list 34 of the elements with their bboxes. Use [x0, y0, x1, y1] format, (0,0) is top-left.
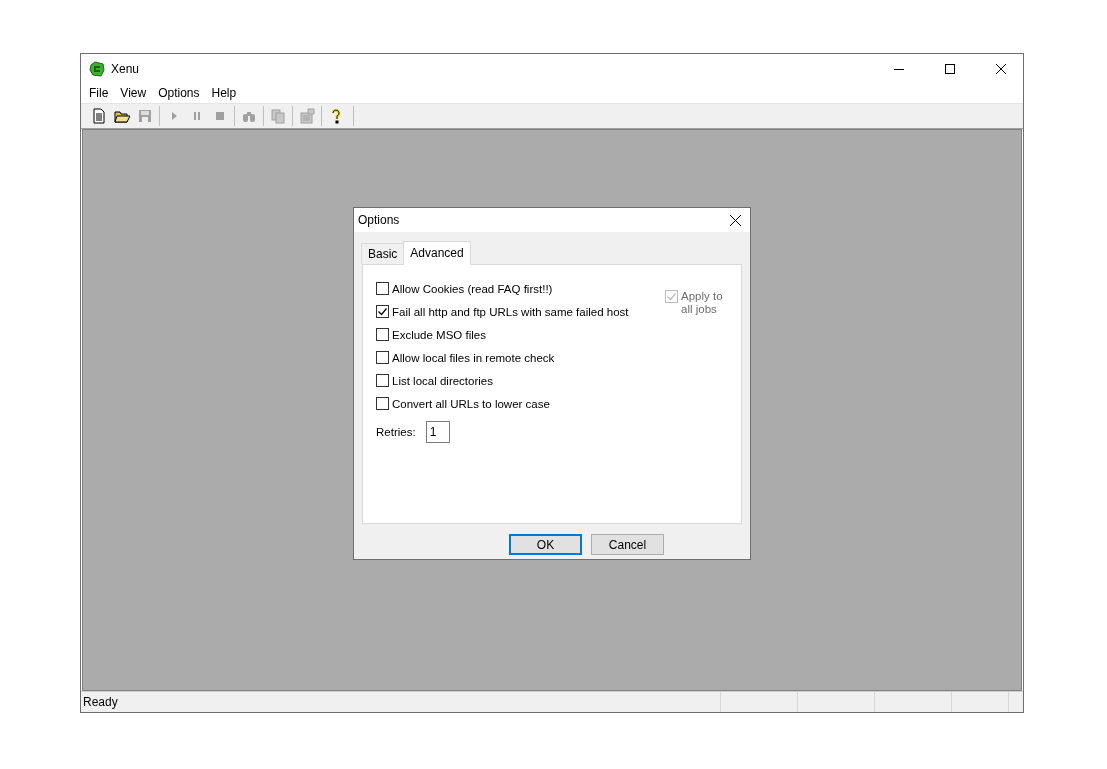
window-title: Xenu — [111, 61, 141, 76]
checkbox[interactable] — [376, 374, 389, 387]
app-logo-icon — [89, 60, 105, 77]
checkbox-label: Convert all URLs to lower case — [392, 397, 550, 410]
checkbox[interactable] — [376, 282, 389, 295]
tab[interactable]: Basic — [361, 243, 405, 264]
copy-icon — [270, 108, 286, 124]
checkbox[interactable] — [376, 328, 389, 341]
menu-item[interactable]: View — [114, 86, 153, 100]
checkbox-label: Allow Cookies (read FAQ first!!) — [392, 282, 553, 295]
checkbox-label: List local directories — [392, 374, 493, 387]
checkbox-label: Fail all http and ftp URLs with same failed host — [392, 305, 629, 318]
dialog-title: Options — [358, 213, 401, 227]
checkbox[interactable] — [376, 305, 389, 318]
close-icon — [729, 214, 741, 226]
close-icon — [995, 63, 1006, 74]
tab[interactable]: Advanced — [403, 241, 471, 265]
checkbox[interactable] — [376, 351, 389, 364]
status-text: Ready — [81, 692, 721, 712]
dialog-button[interactable]: OK — [509, 534, 582, 555]
folder-icon — [114, 108, 130, 124]
retries-field[interactable]: 1 — [425, 421, 450, 443]
retries-label: Retries: — [376, 426, 416, 438]
menu-item[interactable]: Options — [152, 86, 206, 100]
checkbox-label: Allow local files in remote check — [392, 351, 555, 364]
document-icon — [91, 108, 107, 124]
menu-item[interactable]: File — [83, 86, 115, 100]
checkbox-label: Exclude MSO files — [392, 328, 486, 341]
dialog-button[interactable]: Cancel — [591, 534, 664, 555]
menu-item[interactable]: Help — [205, 86, 243, 100]
properties-icon — [299, 108, 315, 124]
checkbox-label: Apply to all jobs — [681, 290, 724, 316]
checkbox[interactable] — [376, 397, 389, 410]
maximize-icon — [944, 63, 955, 74]
